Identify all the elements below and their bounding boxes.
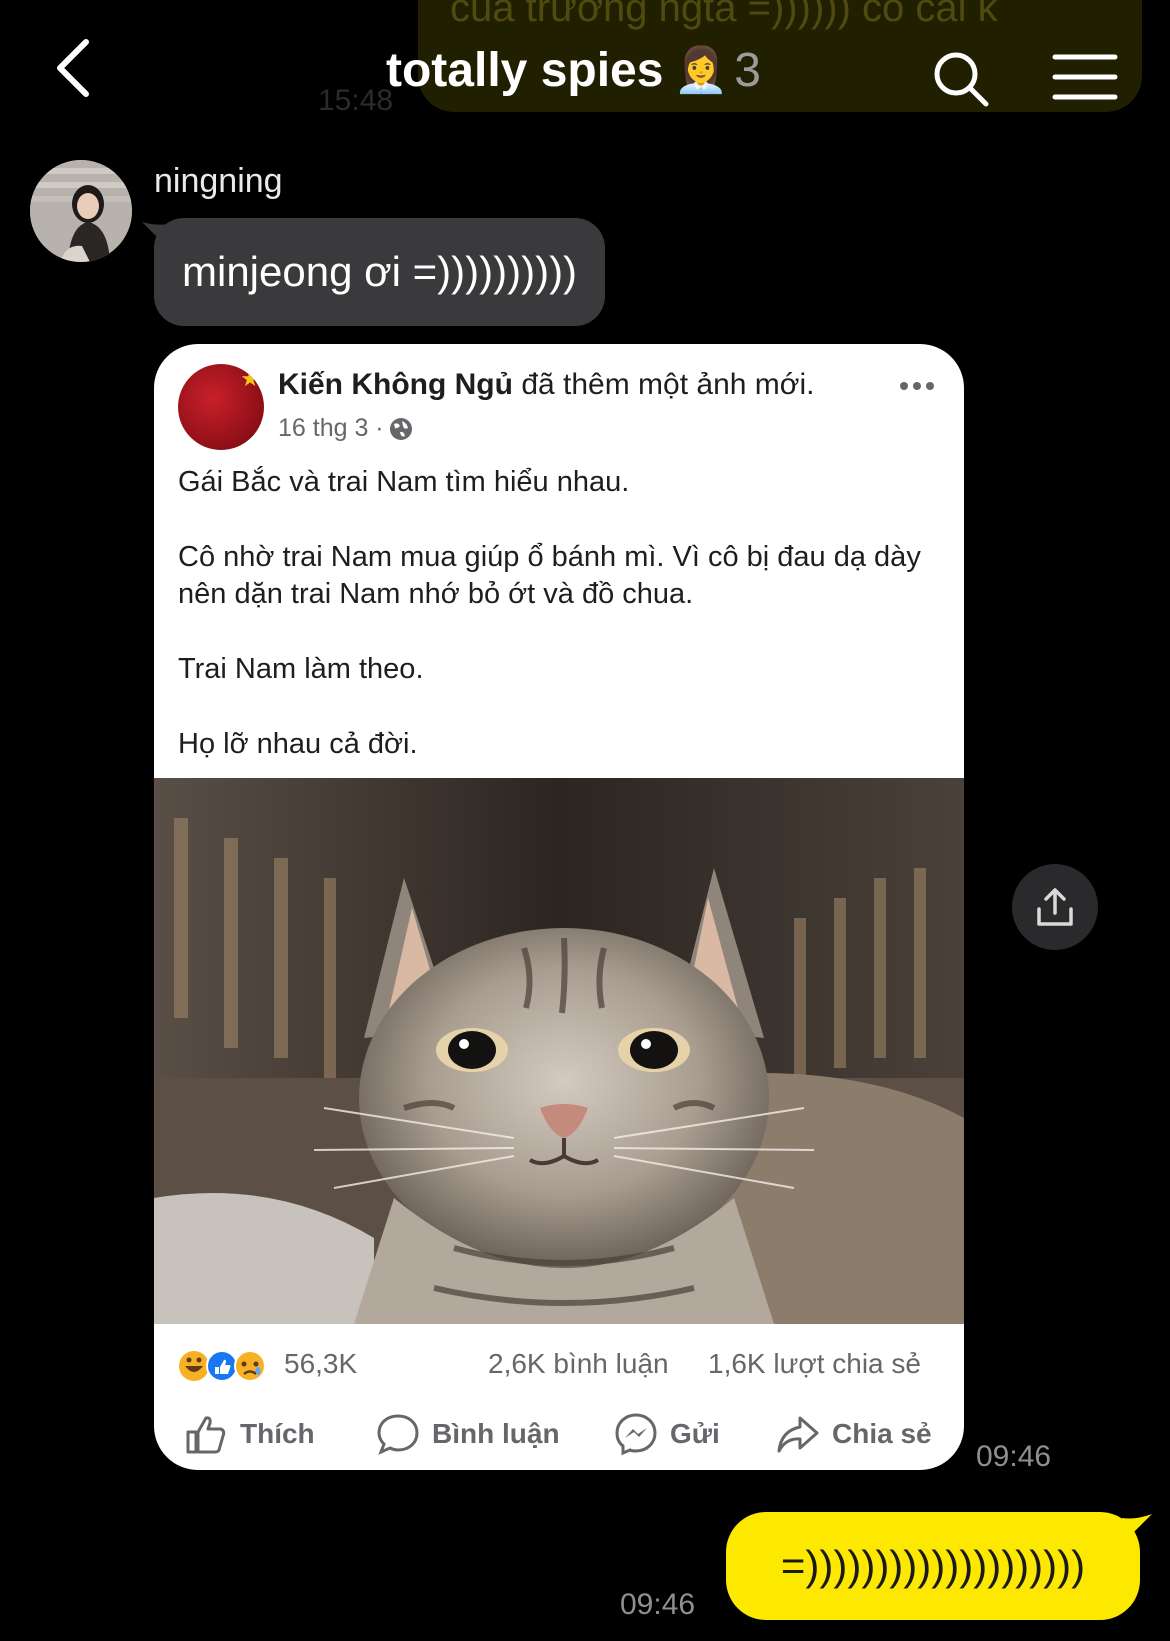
chat-emoji: 👩‍💼 [673,46,729,95]
comment-button[interactable]: Bình luận [376,1408,560,1460]
page-name[interactable]: Kiến Không Ngủ [278,368,513,401]
globe-icon [389,417,412,440]
thumbs-up-icon [186,1416,226,1454]
reactions-icons[interactable] [178,1346,278,1386]
upload-share-icon [1037,888,1073,926]
incoming-message-text: minjeong ơi =)))))))))) [182,248,578,295]
post-action: đã thêm một ảnh mới. [521,368,815,401]
chevron-left-icon [57,39,89,97]
post-paragraph: Gái Bắc và trai Nam tìm hiểu nhau. [178,466,630,498]
comments-count[interactable]: 2,6K bình luận [488,1348,669,1380]
reactions-count[interactable]: 56,3K [284,1348,357,1380]
share-post-button[interactable]: Chia sẻ [776,1408,932,1460]
post-date: 16 thg 3 · [278,414,384,442]
like-label: Thích [240,1418,315,1449]
member-count: 3 [734,43,761,97]
comment-label: Bình luận [432,1418,560,1449]
messenger-icon [615,1413,657,1456]
post-paragraph: Cô nhờ trai Nam mua giúp ổ bánh mì. Vì c… [178,541,921,610]
share-arrow-icon [777,1416,819,1453]
post-header: Kiến Không Ngủ đã thêm một ảnh mới. [278,368,814,402]
post-stats: 56,3K 2,6K bình luận 1,6K lượt chia sẻ [178,1344,940,1388]
chat-title: totally spies 👩‍💼 3 [386,36,761,104]
menu-button[interactable] [1052,52,1118,102]
shared-post-card[interactable]: ★ Kiến Không Ngủ đã thêm một ảnh mới. 16… [154,344,964,1470]
sender-avatar[interactable] [30,160,132,262]
like-button[interactable]: Thích [184,1408,315,1460]
send-button[interactable]: Gửi [614,1408,720,1460]
shares-count[interactable]: 1,6K lượt chia sẻ [708,1348,921,1380]
star-icon: ★ [240,366,260,391]
sender-name: ningning [154,162,283,200]
share-message-button[interactable] [1012,864,1098,950]
message-time: 09:46 [620,1588,696,1621]
search-icon [934,52,989,107]
post-paragraph: Họ lỡ nhau cả đời. [178,728,418,760]
outgoing-message-bubble[interactable]: =)))))))))))))))))))) [726,1512,1140,1620]
hamburger-menu-icon [1052,54,1118,100]
comment-bubble-icon [377,1414,419,1455]
send-label: Gửi [670,1418,720,1449]
post-meta: 16 thg 3 · [278,414,414,443]
share-label: Chia sẻ [832,1418,932,1449]
post-photo-cat[interactable] [154,778,964,1324]
more-options-icon[interactable] [898,380,936,392]
incoming-message-bubble[interactable]: minjeong ơi =)))))))))) [154,218,606,326]
chat-header: totally spies 👩‍💼 3 [0,0,1170,140]
chat-name: totally spies [386,43,664,97]
message-time: 09:46 [976,1440,1052,1473]
outgoing-message-text: =)))))))))))))))))))) [780,1542,1086,1589]
post-actions: Thích Bình luận Gửi Chia sẻ [154,1408,964,1460]
post-paragraph: Trai Nam làm theo. [178,653,424,685]
back-button[interactable] [48,30,108,106]
post-body: Gái Bắc và trai Nam tìm hiểu nhau. Cô nh… [178,464,938,801]
page-avatar[interactable]: ★ [178,364,264,450]
search-button[interactable] [930,48,992,110]
